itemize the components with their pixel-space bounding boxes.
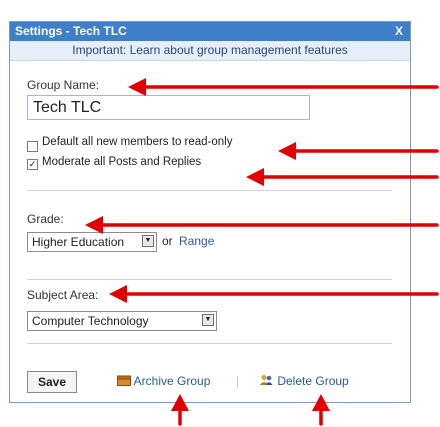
annotation-arrows — [85, 78, 439, 426]
arrow-icon — [85, 216, 439, 234]
arrow-icon — [128, 78, 439, 96]
arrow-icon — [171, 394, 189, 426]
arrow-icon — [246, 168, 439, 186]
arrow-icon — [109, 285, 439, 303]
arrow-icon — [312, 394, 330, 426]
arrow-icon — [278, 142, 439, 160]
